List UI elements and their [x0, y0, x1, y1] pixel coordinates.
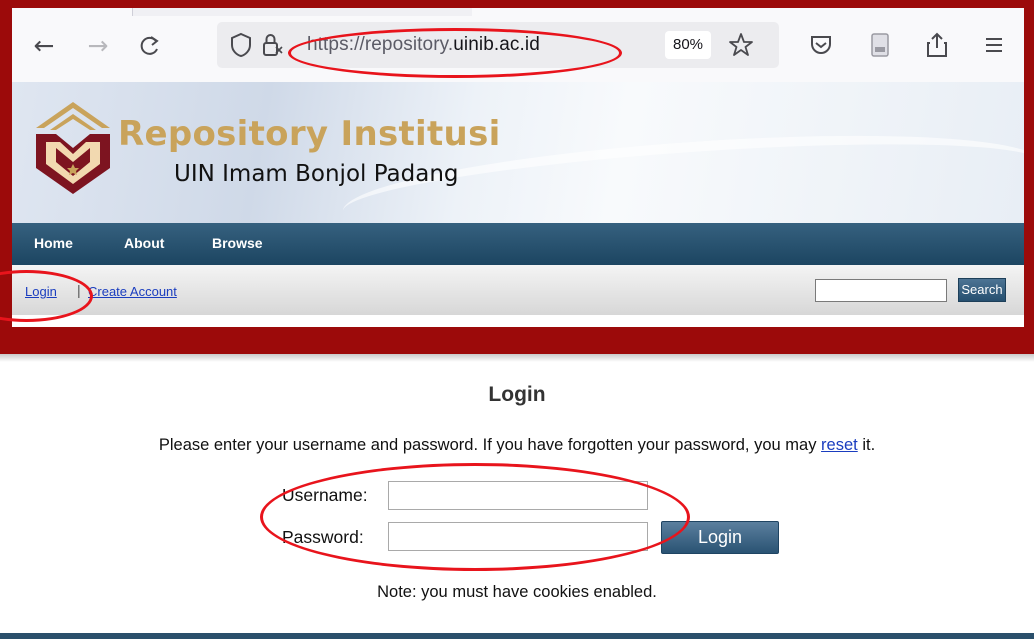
instructions-text-before: Please enter your username and password.…: [158, 436, 822, 454]
url-prefix: https://repository.: [307, 34, 454, 55]
site-header: Repository Institusi UIN Imam Bonjol Pad…: [12, 82, 1024, 223]
browser-toolbar: ← → https://repository.uinib.ac.id 80%: [12, 8, 1024, 82]
credentials-highlight-ellipse: [260, 463, 690, 571]
screenshot: ← → https://repository.uinib.ac.id 80% R…: [0, 0, 1034, 639]
menu-item-browse[interactable]: Browse: [212, 235, 263, 251]
password-label: Password:: [282, 527, 364, 547]
reload-icon-svg: [140, 36, 159, 55]
menu-item-about[interactable]: About: [124, 235, 164, 251]
username-field[interactable]: [388, 481, 648, 510]
username-label: Username:: [282, 485, 368, 505]
shield-icon[interactable]: [230, 32, 252, 58]
account-bar: Login | Create Account Search: [12, 265, 1024, 315]
link-separator: |: [77, 282, 81, 298]
tab-strip: [132, 8, 472, 16]
url-bar[interactable]: https://repository.uinib.ac.id 80%: [217, 22, 779, 68]
url-host: uinib.ac.id: [453, 34, 540, 55]
login-link[interactable]: Login: [25, 284, 57, 299]
search-input[interactable]: [815, 279, 947, 302]
forward-arrow-icon: →: [87, 31, 109, 60]
site-title: Repository Institusi: [118, 114, 501, 154]
frame-shadow: [0, 354, 1034, 362]
star-icon[interactable]: [727, 31, 755, 59]
login-submit-button[interactable]: Login: [661, 521, 779, 554]
cookies-note: Note: you must have cookies enabled.: [377, 583, 657, 601]
site-subtitle: UIN Imam Bonjol Padang: [174, 161, 459, 187]
menu-icon[interactable]: [979, 30, 1009, 60]
reset-password-link[interactable]: reset: [821, 436, 858, 454]
reader-icon[interactable]: [865, 30, 895, 60]
menu-item-home[interactable]: Home: [34, 235, 73, 251]
uin-logo: [36, 102, 110, 194]
footer-rule: [0, 633, 1034, 639]
url-text[interactable]: https://repository.uinib.ac.id: [307, 34, 540, 56]
instructions-text-after: it.: [857, 436, 876, 454]
reload-icon[interactable]: [136, 32, 164, 60]
share-icon[interactable]: [922, 30, 952, 60]
login-instructions: Please enter your username and password.…: [0, 436, 1034, 455]
create-account-link[interactable]: Create Account: [88, 284, 177, 299]
search-button[interactable]: Search: [958, 278, 1006, 302]
login-heading: Login: [488, 383, 546, 406]
main-menu: Home About Browse: [12, 223, 1024, 265]
lock-icon[interactable]: [261, 32, 285, 58]
back-arrow-icon[interactable]: ←: [30, 32, 58, 60]
password-field[interactable]: [388, 522, 648, 551]
zoom-level-badge[interactable]: 80%: [665, 31, 711, 59]
header-bottom-strip: [12, 315, 1024, 327]
pocket-icon[interactable]: [806, 30, 836, 60]
